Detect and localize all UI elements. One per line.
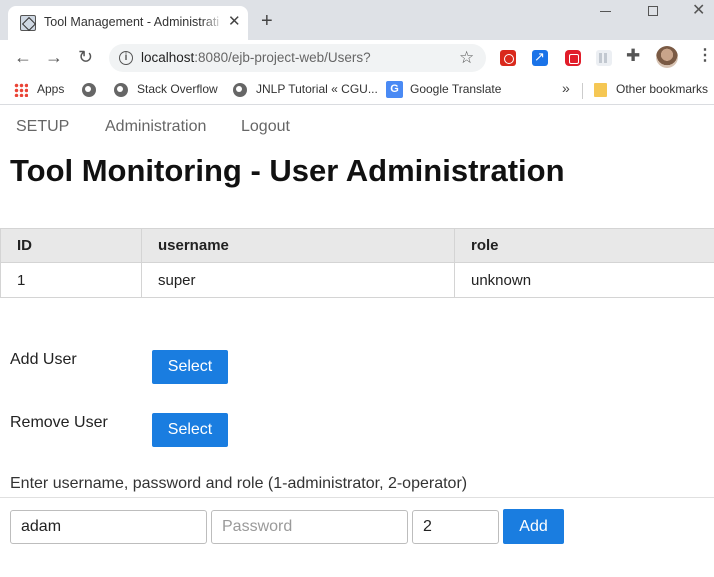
add-user-select-button[interactable]: Select (152, 350, 228, 384)
maximize-icon[interactable] (648, 6, 658, 16)
extensions-puzzle-icon[interactable]: ✚ (626, 46, 640, 66)
browser-toolbar: ← → ↻ i localhost:8080/ejb-project-web/U… (0, 40, 714, 76)
bookmark-google-translate[interactable]: Google Translate (410, 82, 501, 96)
minimize-icon[interactable] (600, 11, 611, 12)
divider (0, 497, 714, 498)
add-button[interactable]: Add (503, 509, 564, 544)
bookmarks-bar: Apps Stack Overflow JNLP Tutorial « CGU.… (0, 76, 714, 105)
nav-logout-link[interactable]: Logout (241, 118, 290, 136)
profile-avatar[interactable] (656, 46, 678, 68)
grid-extension-icon[interactable] (596, 50, 612, 66)
globe-icon[interactable] (82, 83, 96, 97)
browser-tab[interactable]: Tool Management - Administrati ✕ (8, 6, 248, 40)
nav-setup-link[interactable]: SETUP (16, 118, 69, 136)
back-icon[interactable]: ← (14, 48, 32, 66)
cell-role: unknown (454, 262, 714, 298)
username-field[interactable] (10, 510, 207, 544)
url-host: localhost (141, 50, 195, 65)
table-row: 1 super unknown (0, 262, 714, 298)
page-favicon-icon (20, 15, 36, 31)
red-extension-icon[interactable] (565, 50, 581, 66)
url-path: :8080/ejb-project-web/Users? (194, 50, 371, 65)
reload-icon[interactable]: ↻ (78, 48, 93, 66)
column-header-username: username (141, 228, 455, 263)
acrobat-extension-icon[interactable] (500, 50, 516, 66)
role-field[interactable] (412, 510, 499, 544)
window-close-icon[interactable]: ✕ (692, 2, 705, 20)
tab-close-icon[interactable]: ✕ (228, 14, 241, 30)
google-translate-icon: G (386, 81, 403, 98)
add-user-label: Add User (10, 351, 77, 368)
nav-administration-link[interactable]: Administration (105, 118, 206, 136)
password-field[interactable] (211, 510, 408, 544)
top-navigation: SETUP Administration Logout (0, 106, 714, 146)
arrow-extension-icon[interactable] (532, 49, 548, 66)
users-table: ID username role 1 super unknown (0, 228, 714, 298)
address-bar[interactable]: i localhost:8080/ejb-project-web/Users? … (109, 44, 486, 72)
globe-icon (114, 83, 128, 97)
folder-icon (594, 83, 607, 97)
url-text: localhost:8080/ejb-project-web/Users? (141, 50, 371, 65)
tab-strip: Tool Management - Administrati ✕ + ✕ (0, 0, 714, 40)
tab-title: Tool Management - Administrati (44, 15, 224, 29)
page-title: Tool Monitoring - User Administration (10, 153, 565, 188)
page-content: SETUP Administration Logout Tool Monitor… (0, 106, 714, 577)
site-info-icon[interactable]: i (119, 51, 133, 65)
globe-icon (233, 83, 247, 97)
bookmarks-overflow-icon[interactable]: » (562, 80, 570, 96)
bookmarks-divider (582, 83, 583, 99)
remove-user-label: Remove User (10, 414, 108, 431)
cell-id: 1 (0, 262, 142, 298)
other-bookmarks[interactable]: Other bookmarks (616, 82, 708, 96)
table-header-row: ID username role (0, 228, 714, 263)
forward-icon[interactable]: → (45, 48, 63, 66)
cell-username: super (141, 262, 455, 298)
form-instructions: Enter username, password and role (1-adm… (10, 475, 468, 492)
bookmark-apps[interactable]: Apps (37, 82, 64, 96)
apps-icon[interactable] (14, 83, 28, 97)
column-header-id: ID (0, 228, 142, 263)
column-header-role: role (454, 228, 714, 263)
browser-menu-icon[interactable]: ⋮ (697, 48, 713, 64)
new-tab-icon[interactable]: + (261, 11, 273, 31)
remove-user-select-button[interactable]: Select (152, 413, 228, 447)
bookmark-jnlp-tutorial[interactable]: JNLP Tutorial « CGU... (256, 82, 378, 96)
bookmark-star-icon[interactable]: ☆ (459, 48, 474, 68)
bookmark-stack-overflow[interactable]: Stack Overflow (137, 82, 218, 96)
